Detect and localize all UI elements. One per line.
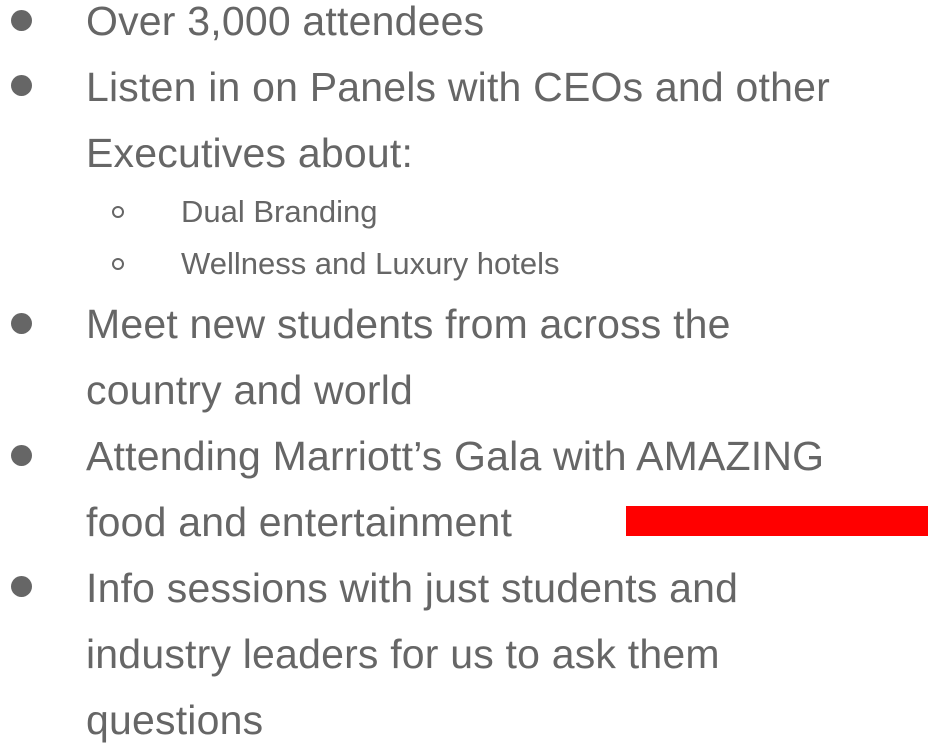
bullet-text: Listen in on Panels with CEOs and other (86, 64, 830, 110)
bullet-dot-icon (11, 445, 32, 466)
bullet-dot-icon (11, 75, 32, 96)
bullet-dot-icon (11, 313, 32, 334)
sub-bullet-text: Dual Branding (181, 194, 378, 229)
bullet-list: Over 3,000 attendees Listen in on Panels… (0, 0, 928, 743)
sub-bullet-circle-icon (112, 258, 124, 270)
sub-bullet-text: Wellness and Luxury hotels (181, 246, 560, 281)
bullet-dot-icon (11, 10, 32, 31)
bullet-text-continuation: food and entertainment (86, 499, 513, 545)
bullet-dot-icon (11, 576, 32, 597)
bullet-text-continuation: Executives about: (86, 130, 414, 176)
bullet-text-continuation: questions (86, 697, 264, 743)
bullet-text: Attending Marriott’s Gala with AMAZING (86, 433, 825, 479)
sub-bullet-circle-icon (112, 206, 124, 218)
bullet-text-continuation: country and world (86, 367, 414, 413)
bullet-text: Info sessions with just students and (86, 565, 739, 611)
bullet-text: Over 3,000 attendees (86, 0, 485, 44)
bullet-text: Meet new students from across the (86, 301, 731, 347)
red-highlight-bar (626, 506, 928, 536)
bullet-text-continuation: industry leaders for us to ask them (86, 631, 720, 677)
